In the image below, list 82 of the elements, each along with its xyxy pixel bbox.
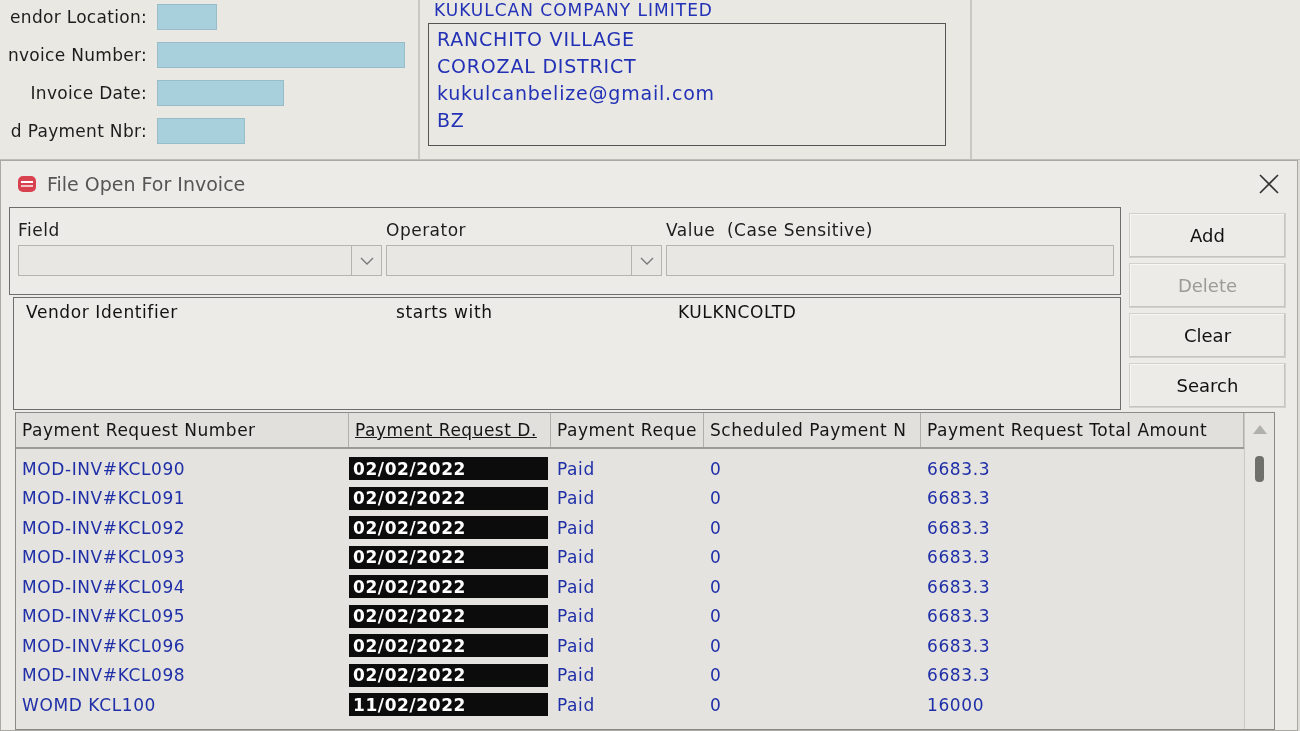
table-cell-text: 0: [709, 664, 722, 687]
field-label: Invoice Date:: [29, 83, 147, 103]
app-icon: [17, 175, 37, 193]
table-cell-text: WOMD KCL100: [21, 693, 156, 717]
table-cell-text: 6683.3: [926, 516, 991, 540]
dialog-title: File Open For Invoice: [47, 173, 246, 195]
table-cell-text: 6683.3: [926, 634, 991, 658]
criteria-field[interactable]: Vendor Identifier: [26, 302, 178, 322]
column-header[interactable]: Scheduled Payment N: [704, 413, 921, 447]
table-cell-text: MOD-INV#KCL090: [21, 457, 186, 481]
dropdown-field[interactable]: [386, 245, 662, 276]
table-cell: 02/02/2022: [349, 604, 548, 628]
field-label: nvoice Number:: [6, 45, 147, 65]
dialog-button[interactable]: Add: [1129, 213, 1286, 258]
triangle-up-icon: [1252, 425, 1267, 434]
table-cell-text: 0: [709, 634, 722, 658]
chevron-down-icon: [639, 256, 654, 265]
table-cell-text: 0: [709, 575, 722, 599]
table-cell-text: Paid: [556, 575, 595, 599]
filter-label: Value (Case Sensitive): [666, 220, 873, 240]
table-cell-text: 6683.3: [926, 664, 991, 687]
table-cell-text: 0: [709, 605, 722, 628]
table-cell-text: 6683.3: [926, 487, 991, 510]
table-cell-text: 6683.3: [926, 546, 991, 569]
field-label: d Payment Nbr:: [9, 121, 147, 141]
table-cell: 02/02/2022: [349, 545, 548, 569]
table-cell-text: Paid: [556, 605, 595, 628]
input-field[interactable]: [157, 42, 405, 68]
table-cell-text: 6683.3: [926, 575, 991, 599]
table-cell: 02/02/2022: [349, 457, 548, 481]
table-cell: 02/02/2022: [349, 634, 548, 658]
dialog-button[interactable]: Search: [1129, 363, 1286, 408]
table-cell-text: Paid: [556, 693, 595, 717]
input-field[interactable]: [157, 118, 245, 144]
input-field[interactable]: [157, 80, 284, 106]
vendor-name: KUKULCAN COMPANY LIMITED: [433, 0, 713, 20]
close-icon: [1259, 174, 1279, 194]
column-header[interactable]: Payment Request D.: [349, 413, 551, 447]
close-button[interactable]: [1257, 172, 1281, 196]
table-cell: 02/02/2022: [349, 516, 548, 540]
table-cell-text: Paid: [556, 546, 595, 569]
table-cell-text: Paid: [556, 664, 595, 687]
dropdown-field[interactable]: [18, 245, 382, 276]
filter-label: Field: [18, 220, 60, 240]
table-cell-text: 16000: [926, 693, 985, 717]
field-label: endor Location:: [9, 7, 147, 27]
address-line: BZ: [437, 108, 465, 133]
table-cell-text: MOD-INV#KCL092: [21, 516, 186, 540]
table-cell-text: 0: [709, 516, 722, 540]
table-cell-text: 0: [709, 546, 722, 569]
table-cell: 02/02/2022: [349, 575, 548, 599]
criteria-value[interactable]: KULKNCOLTD: [678, 302, 797, 322]
input-field[interactable]: [666, 245, 1114, 276]
filter-label: Operator: [386, 220, 467, 240]
table-cell-text: 0: [709, 693, 722, 717]
chevron-down-icon: [359, 256, 374, 265]
address-line: RANCHITO VILLAGE: [437, 27, 635, 52]
table-cell-text: MOD-INV#KCL096: [21, 634, 186, 658]
table-cell-text: MOD-INV#KCL093: [21, 546, 186, 569]
table-cell: 11/02/2022: [349, 693, 548, 717]
column-header[interactable]: Payment Request Number: [16, 413, 349, 447]
dialog-button[interactable]: Clear: [1129, 313, 1286, 358]
table-cell: 02/02/2022: [349, 663, 548, 687]
table-cell-text: MOD-INV#KCL098: [21, 664, 186, 687]
table-cell-text: 6683.3: [926, 457, 991, 481]
table-cell: 02/02/2022: [349, 486, 548, 510]
table-cell-text: Paid: [556, 457, 595, 481]
table-cell-text: Paid: [556, 516, 595, 540]
table-cell-text: Paid: [556, 487, 595, 510]
address-line: kukulcanbelize@gmail.com: [437, 81, 715, 106]
input-field[interactable]: [157, 4, 217, 30]
scrollbar-thumb[interactable]: [1255, 456, 1264, 482]
address-line: COROZAL DISTRICT: [437, 54, 637, 79]
table-cell-text: MOD-INV#KCL094: [21, 575, 186, 599]
table-cell-text: 6683.3: [926, 605, 991, 628]
table-cell-text: MOD-INV#KCL091: [21, 487, 186, 510]
table-cell-text: MOD-INV#KCL095: [21, 605, 186, 628]
criteria-operator[interactable]: starts with: [396, 302, 493, 322]
column-header[interactable]: Payment Reque: [551, 413, 704, 447]
table-cell-text: Paid: [556, 634, 595, 658]
table-cell-text: 0: [709, 457, 722, 481]
table-cell-text: 0: [709, 487, 722, 510]
